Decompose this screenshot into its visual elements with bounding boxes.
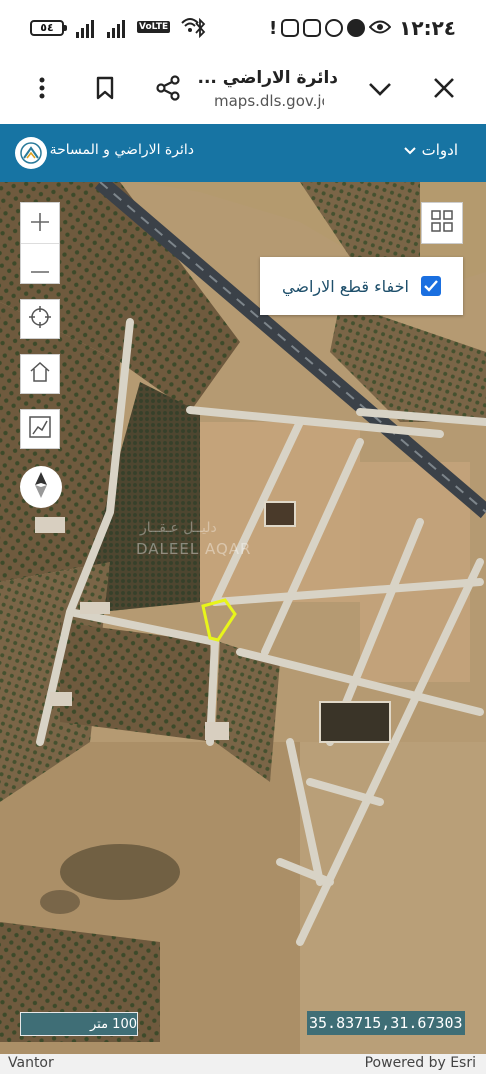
- layer-checkbox[interactable]: [420, 276, 441, 296]
- dls-logo: [15, 137, 47, 169]
- tools-label: ادوات: [421, 141, 458, 159]
- parcel-layer-toggle[interactable]: اخفاء قطع الاراضي: [260, 257, 463, 315]
- scale-label: 100 متر: [89, 1016, 137, 1032]
- measure-icon: [28, 415, 52, 443]
- more-menu-button[interactable]: [22, 70, 62, 110]
- page-url[interactable]: maps.dls.gov.jo: [214, 92, 324, 110]
- app-icon: [347, 19, 366, 37]
- coordinate-readout: 35.83715,31.67303: [307, 1011, 465, 1035]
- close-icon: [433, 77, 455, 103]
- compass-icon: [34, 471, 48, 503]
- layer-toggle-label: اخفاء قطع الاراضي: [282, 276, 409, 296]
- eye-icon: [368, 18, 392, 39]
- grid-icon: [430, 209, 454, 237]
- app-header: دائرة الاراضي و المساحة ادوات: [0, 124, 486, 182]
- map-attribution: Vantor Powered by Esri: [0, 1054, 486, 1074]
- close-button[interactable]: [424, 70, 464, 110]
- bluetooth-icon: [194, 17, 206, 42]
- esri-credit[interactable]: Powered by Esri: [365, 1055, 476, 1071]
- instagram-2-icon: [303, 19, 322, 37]
- basemap-gallery-button[interactable]: [421, 202, 463, 244]
- home-button[interactable]: [20, 354, 60, 394]
- share-icon: [155, 75, 181, 105]
- clock: ١٢:٢٤: [399, 16, 456, 40]
- bookmark-icon: [96, 76, 114, 104]
- instagram-icon: [281, 19, 300, 37]
- browser-toolbar: دائرة الاراضي ... maps.dls.gov.jo: [0, 58, 486, 125]
- share-button[interactable]: [148, 70, 188, 110]
- tools-menu[interactable]: ادوات: [403, 141, 458, 159]
- locate-button[interactable]: [20, 299, 60, 339]
- zoom-out-button[interactable]: [21, 244, 59, 284]
- compass-button[interactable]: [20, 466, 62, 508]
- chevron-down-icon: [403, 141, 416, 159]
- battery-icon: ٥٤: [30, 20, 67, 36]
- home-icon: [28, 360, 52, 388]
- zoom-in-button[interactable]: [21, 203, 59, 244]
- whatsapp-icon: [325, 19, 344, 37]
- scale-bar: 100 متر: [20, 1012, 138, 1036]
- imagery-credit: Vantor: [8, 1055, 54, 1071]
- zoom-control: [20, 202, 60, 284]
- app-title: دائرة الاراضي و المساحة: [49, 142, 194, 158]
- notification-icons: ! ١٢:٢٤: [269, 14, 456, 42]
- more-vertical-icon: [39, 77, 45, 103]
- measure-button[interactable]: [20, 409, 60, 449]
- signal-icon: [76, 20, 96, 38]
- check-icon: [424, 280, 438, 292]
- battery-level: ٥٤: [40, 21, 54, 34]
- watermark-arabic: دليــل عـقــار: [140, 520, 217, 536]
- page-title: دائرة الاراضي ...: [197, 68, 338, 88]
- volte-icon: VoLTE: [137, 21, 171, 33]
- plus-icon: [29, 207, 51, 240]
- bookmark-button[interactable]: [85, 70, 125, 110]
- map-view[interactable]: دليــل عـقــار DALEEL AQAR اخفاء قطع الا…: [0, 182, 486, 1054]
- watermark-latin: DALEEL AQAR: [136, 540, 252, 558]
- expand-button[interactable]: [360, 70, 400, 110]
- signal-2-icon: [107, 20, 127, 38]
- chevron-down-icon: [368, 81, 392, 100]
- alert-icon: !: [268, 17, 278, 39]
- minus-icon: [29, 248, 51, 281]
- crosshair-icon: [28, 305, 52, 333]
- status-bar: ٥٤ VoLTE ! ١٢:٢٤: [0, 0, 486, 58]
